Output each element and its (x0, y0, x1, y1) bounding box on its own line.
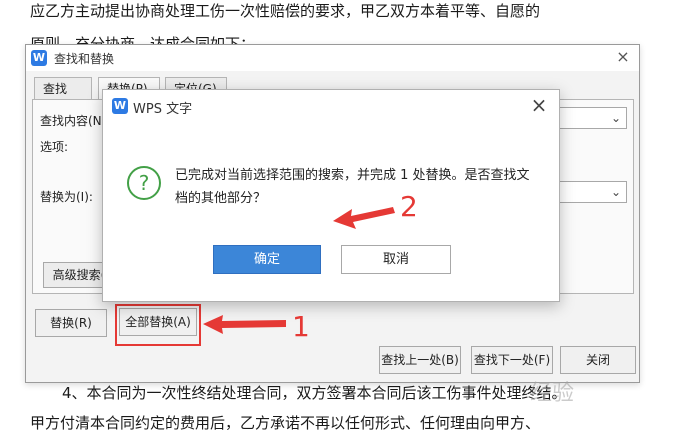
step-2-label: 2 (400, 190, 418, 223)
annotation-arrows (203, 207, 395, 334)
watermark: 经验 (530, 381, 575, 406)
arrow-icon (203, 315, 286, 334)
arrow-icon (333, 207, 395, 229)
step-1-label: 1 (292, 310, 310, 343)
